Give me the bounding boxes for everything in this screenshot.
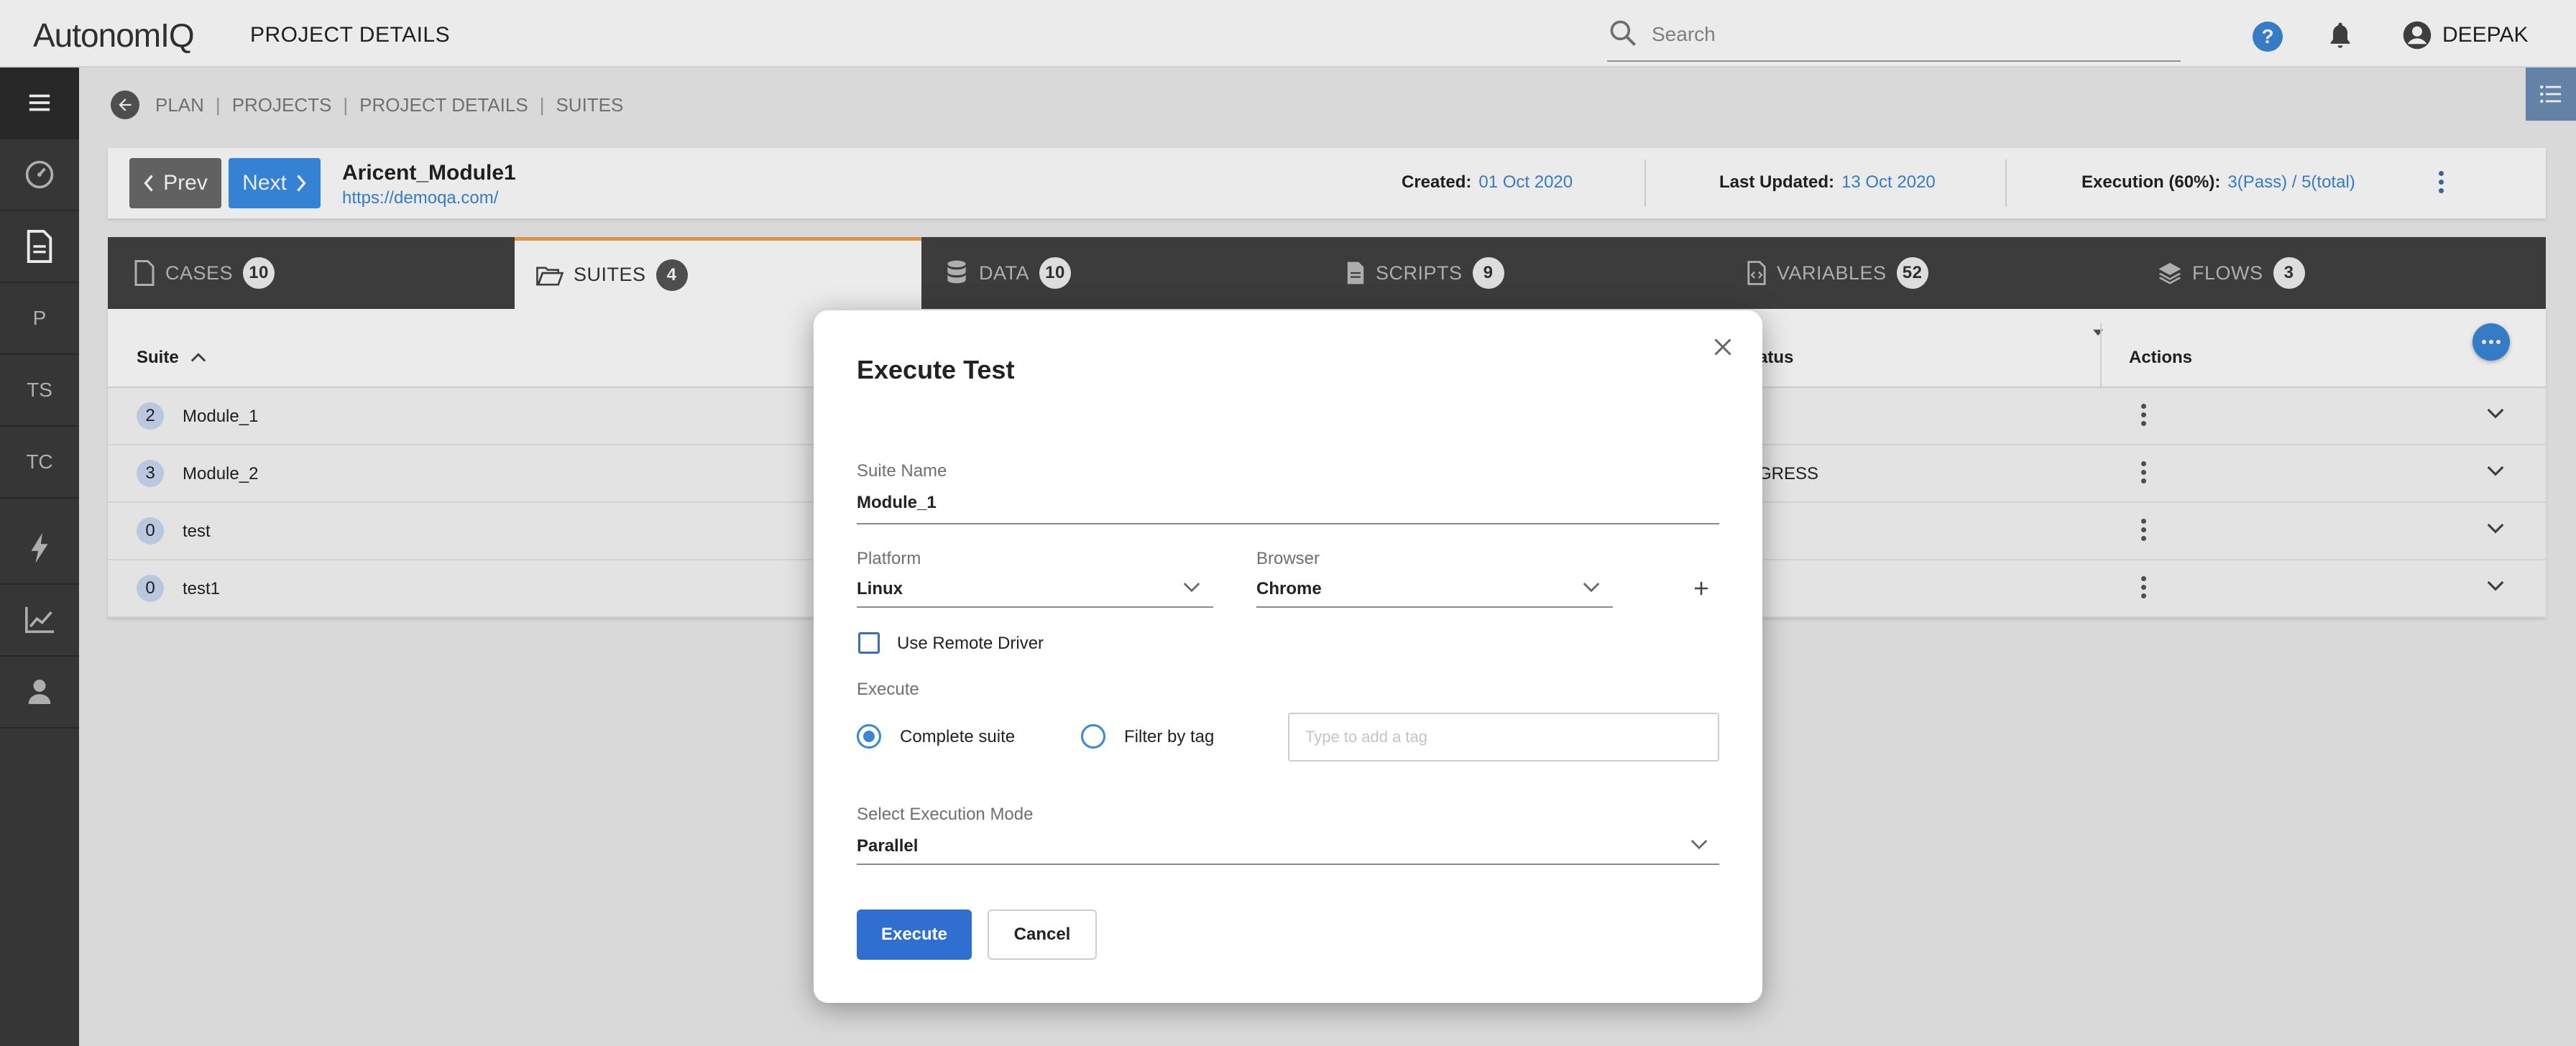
chevron-down-icon[interactable] (1690, 839, 1708, 851)
chevron-down-icon[interactable] (1583, 582, 1600, 593)
execute-test-dialog: Execute Test Suite Name Module_1 Platfor… (814, 310, 1762, 1003)
add-icon[interactable] (1692, 579, 1711, 598)
execution-mode-label: Select Execution Mode (857, 805, 1034, 824)
tag-input[interactable] (1288, 713, 1719, 762)
execute-section-label: Execute (857, 680, 919, 699)
suite-name-field[interactable]: Module_1 (857, 493, 937, 513)
filter-by-tag-label: Filter by tag (1124, 727, 1215, 746)
suite-name-label: Suite Name (857, 461, 947, 481)
platform-label: Platform (857, 549, 921, 568)
filter-by-tag-radio[interactable] (1081, 724, 1105, 749)
execution-mode-select[interactable]: Parallel (857, 836, 918, 856)
remote-driver-label: Use Remote Driver (897, 634, 1044, 653)
browser-label: Browser (1256, 549, 1320, 568)
browser-select[interactable]: Chrome (1256, 579, 1322, 599)
platform-select[interactable]: Linux (857, 579, 903, 599)
dialog-title: Execute Test (857, 355, 1015, 384)
execute-button[interactable]: Execute (857, 910, 972, 960)
chevron-down-icon[interactable] (1183, 582, 1200, 593)
complete-suite-label: Complete suite (900, 727, 1016, 746)
close-icon[interactable] (1712, 336, 1734, 358)
complete-suite-radio[interactable] (857, 724, 881, 749)
remote-driver-checkbox[interactable] (858, 632, 880, 654)
cancel-button[interactable]: Cancel (988, 910, 1097, 960)
